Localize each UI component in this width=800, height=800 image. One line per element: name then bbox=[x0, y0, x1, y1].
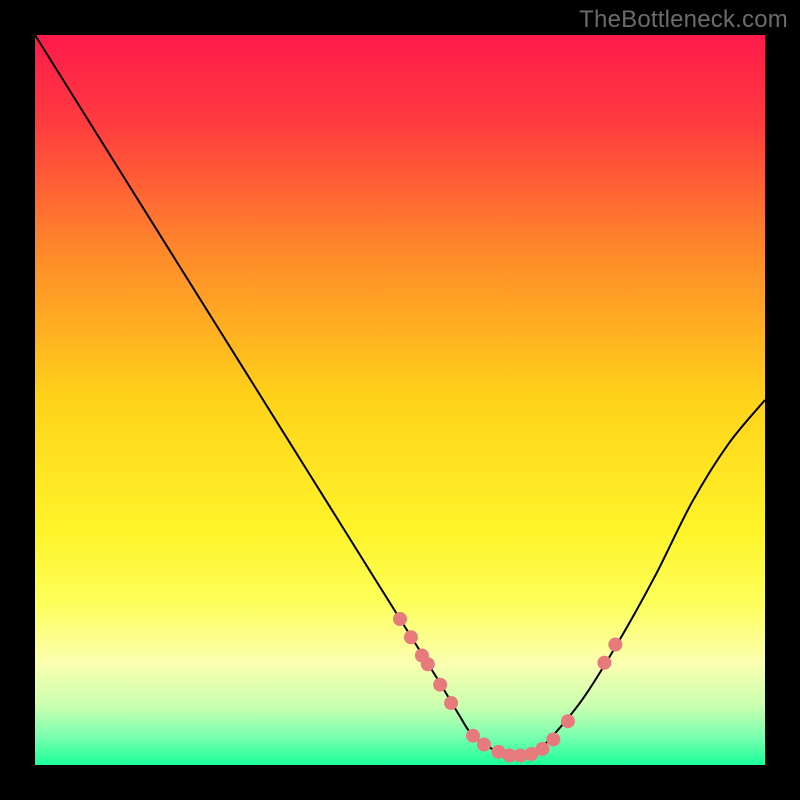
highlighted-point bbox=[421, 657, 435, 671]
highlighted-point bbox=[597, 656, 611, 670]
gradient-background bbox=[35, 35, 765, 765]
plot-area bbox=[35, 35, 765, 765]
highlighted-point bbox=[561, 714, 575, 728]
watermark-text: TheBottleneck.com bbox=[579, 6, 788, 34]
highlighted-point bbox=[477, 738, 491, 752]
highlighted-point bbox=[433, 678, 447, 692]
highlighted-point bbox=[444, 696, 458, 710]
chart-svg bbox=[35, 35, 765, 765]
highlighted-point bbox=[393, 612, 407, 626]
highlighted-point bbox=[535, 742, 549, 756]
highlighted-point bbox=[546, 732, 560, 746]
highlighted-point bbox=[608, 638, 622, 652]
highlighted-point bbox=[466, 729, 480, 743]
chart-frame: TheBottleneck.com bbox=[0, 0, 800, 800]
highlighted-point bbox=[404, 630, 418, 644]
